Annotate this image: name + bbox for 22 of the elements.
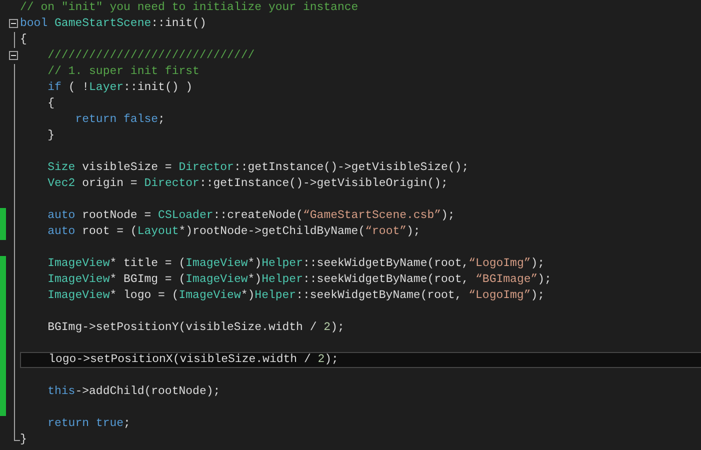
code-line: } xyxy=(46,128,56,144)
code-line: // 1. super init first xyxy=(46,64,200,80)
code-line: } xyxy=(20,432,28,448)
code-line: bool GameStartScene::init() xyxy=(20,16,208,32)
code-line: { xyxy=(46,96,56,112)
code-line: ImageView* logo = (ImageView*)Helper::seekWidgetByName(root, “LogoImg”); xyxy=(46,288,546,304)
code-line: auto rootNode = CSLoader::createNode(“GameStartScene.csb”); xyxy=(46,208,456,224)
code-line: Size visibleSize = Director::getInstance()->getVisibleSize(); xyxy=(46,160,470,176)
code-line: ////////////////////////////// xyxy=(46,48,256,64)
code-line: this->addChild(rootNode); xyxy=(46,384,222,400)
collapse-icon[interactable] xyxy=(9,51,18,60)
code-line: ImageView* BGImg = (ImageView*)Helper::seekWidgetByName(root, “BGImage”); xyxy=(46,272,552,288)
code-line: Vec2 origin = Director::getInstance()->getVisibleOrigin(); xyxy=(46,176,449,192)
code-line: BGImg->setPositionY(visibleSize.width / 2); xyxy=(46,320,346,336)
code-line: ImageView* title = (ImageView*)Helper::seekWidgetByName(root,“LogoImg”); xyxy=(46,256,546,272)
collapse-icon[interactable] xyxy=(9,19,18,28)
code-line: return false; xyxy=(74,112,166,128)
code-line: return true; xyxy=(46,416,132,432)
code-line: // on "init" you need to initialize your instance xyxy=(20,0,360,16)
code-line: auto root = (Layout*)rootNode->getChildByName(“root”); xyxy=(46,224,422,240)
code-line: { xyxy=(20,32,28,48)
code-line: if ( !Layer::init() ) xyxy=(46,80,194,96)
